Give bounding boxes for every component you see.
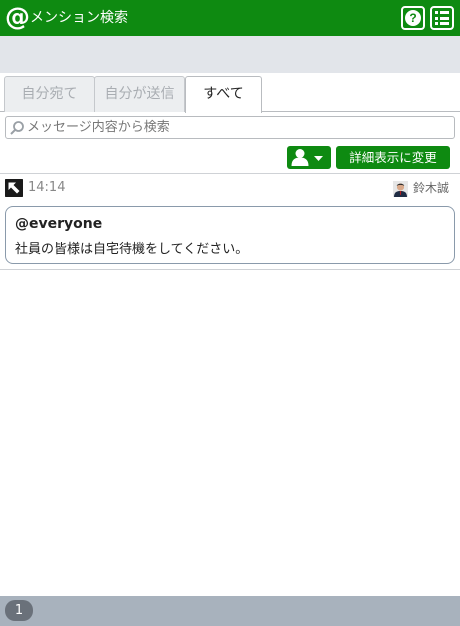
tab-bar: 自分宛て 自分が送信 すべて: [0, 73, 460, 113]
help-button[interactable]: ?: [401, 6, 425, 30]
search-icon: [10, 121, 24, 135]
menu-button[interactable]: [430, 6, 454, 30]
detail-view-button[interactable]: 詳細表示に変更: [336, 146, 450, 169]
user-dropdown-icon: [291, 149, 323, 166]
jump-arrow-icon[interactable]: [5, 179, 23, 197]
page-number-button[interactable]: 1: [5, 600, 33, 621]
subheader-band: [0, 36, 460, 73]
help-icon: ?: [405, 10, 421, 26]
search-input[interactable]: [27, 118, 447, 137]
message-bubble[interactable]: @everyone 社員の皆様は自宅待機をしてください。: [5, 206, 455, 264]
divider: [0, 173, 460, 174]
message-time: 14:14: [28, 180, 66, 195]
page-title: メンション検索: [30, 10, 128, 26]
search-box: [5, 116, 455, 139]
tab-sent-by-me[interactable]: 自分が送信: [94, 76, 185, 112]
app-header: @ メンション検索 ?: [0, 0, 460, 36]
tab-to-me[interactable]: 自分宛て: [4, 76, 95, 112]
avatar[interactable]: [393, 181, 408, 197]
at-logo-icon: @: [5, 2, 30, 31]
pagination-footer: 1: [0, 596, 460, 626]
list-icon: [435, 11, 449, 14]
tab-all[interactable]: すべて: [185, 76, 262, 113]
mention-text: @everyone: [15, 216, 103, 232]
message-body: 社員の皆様は自宅待機をしてください。: [15, 242, 249, 257]
sender-name[interactable]: 鈴木誠: [413, 179, 449, 197]
divider: [0, 269, 460, 270]
user-filter-button[interactable]: [287, 146, 331, 169]
